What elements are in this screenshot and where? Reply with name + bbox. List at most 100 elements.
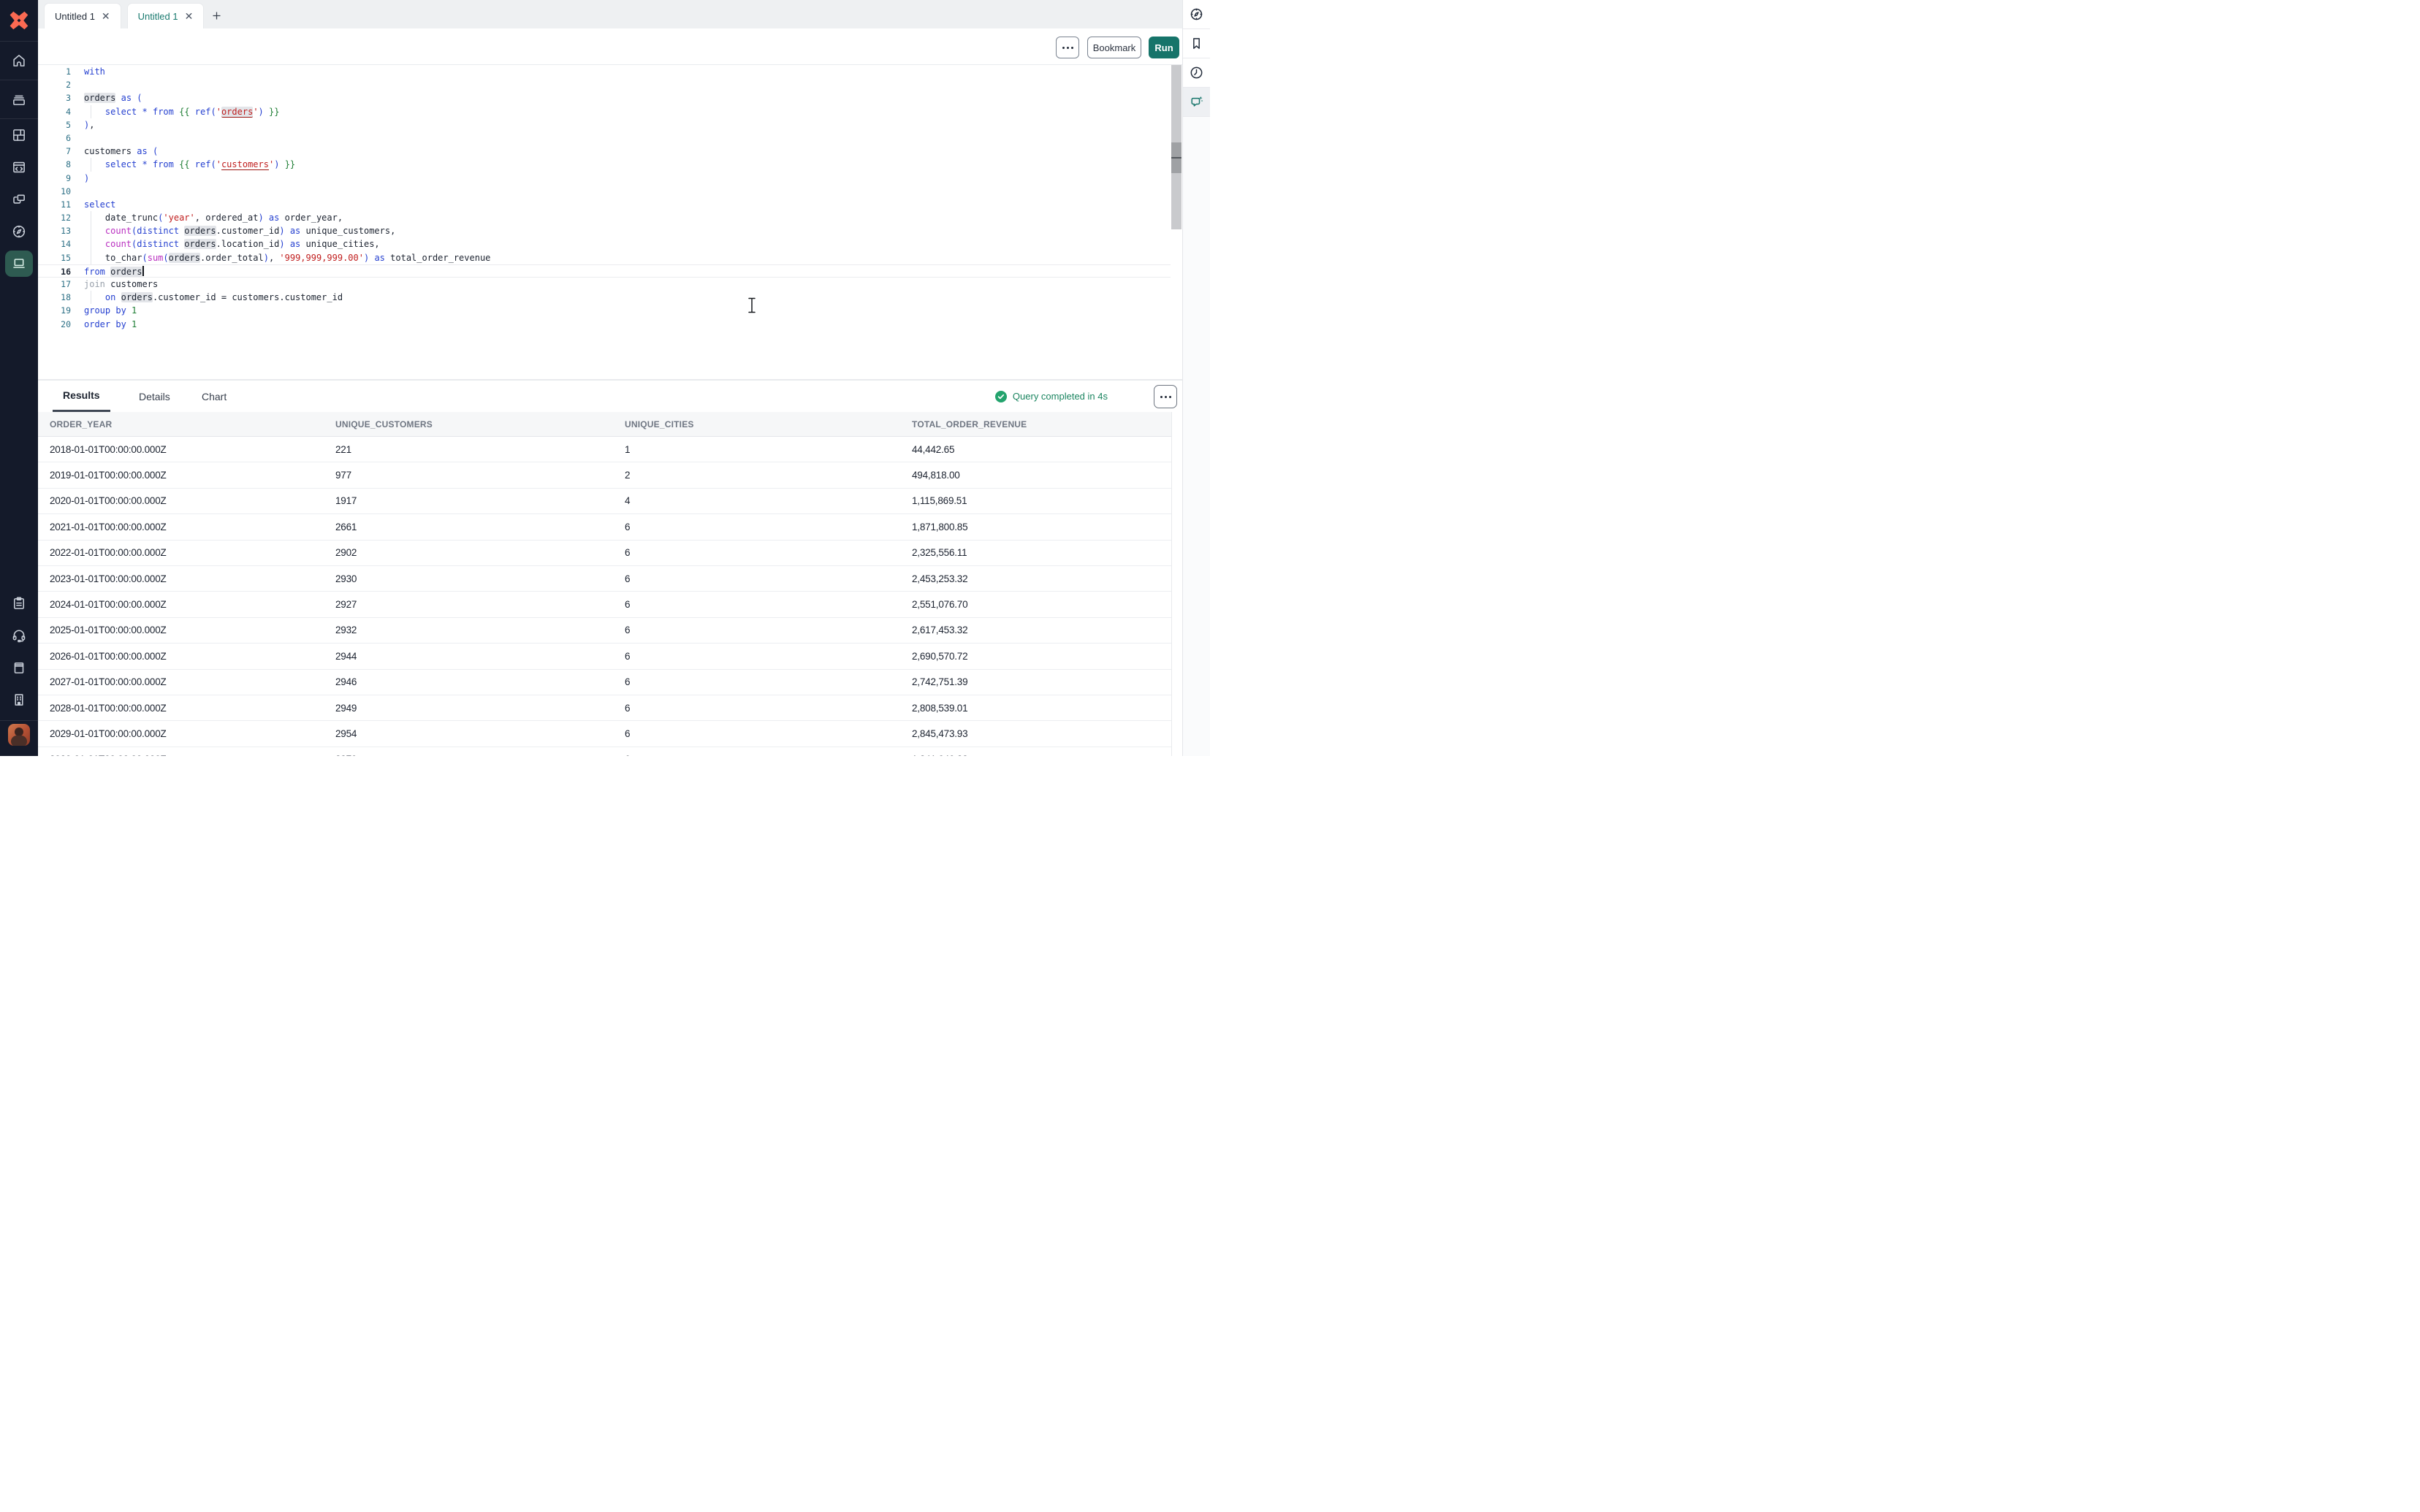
- code-editor[interactable]: 1with23orders as (4 select * from {{ ref…: [38, 65, 1171, 331]
- code-line-7[interactable]: 7customers as (: [38, 145, 1171, 158]
- results-more-button[interactable]: [1154, 385, 1177, 408]
- line-number: 1: [38, 65, 71, 78]
- code-line-4[interactable]: 4 select * from {{ ref('orders') }}: [38, 105, 1171, 118]
- text-caret: [142, 266, 144, 276]
- column-header[interactable]: UNIQUE_CITIES: [613, 419, 900, 429]
- table-right-border: [1171, 412, 1172, 756]
- editor-scrollbar[interactable]: [1171, 65, 1182, 229]
- cell-more-button[interactable]: [1056, 37, 1079, 58]
- hex-logo[interactable]: [0, 0, 38, 42]
- right-sidebar-item-compass[interactable]: [1183, 0, 1210, 29]
- line-content: count(distinct orders.customer_id) as un…: [84, 224, 395, 237]
- line-content: join customers: [84, 278, 158, 291]
- sidebar-item-grid[interactable]: [0, 119, 38, 151]
- table-cell: 2030-01-01T00:00:00.000Z: [38, 754, 324, 756]
- code-line-17[interactable]: 17join customers: [38, 278, 1171, 291]
- sidebar-item-clipboard[interactable]: [0, 587, 38, 619]
- code-line-13[interactable]: 13 count(distinct orders.customer_id) as…: [38, 224, 1171, 237]
- close-icon[interactable]: ✕: [102, 11, 110, 21]
- right-sidebar-item-history[interactable]: [1183, 58, 1210, 88]
- sidebar-item-compass[interactable]: [0, 215, 38, 248]
- table-cell: 2029-01-01T00:00:00.000Z: [38, 728, 324, 739]
- code-line-18[interactable]: 18 on orders.customer_id = customers.cus…: [38, 291, 1171, 304]
- code-line-10[interactable]: 10: [38, 185, 1171, 198]
- sidebar-item-laptop[interactable]: [0, 248, 38, 280]
- code-line-6[interactable]: 6: [38, 131, 1171, 145]
- code-line-8[interactable]: 8 select * from {{ ref('customers') }}: [38, 158, 1171, 171]
- line-content: ): [84, 172, 89, 185]
- table-cell: 4: [613, 495, 900, 506]
- line-content: on orders.customer_id = customers.custom…: [84, 291, 343, 304]
- user-avatar[interactable]: [8, 724, 30, 746]
- code-line-20[interactable]: 20order by 1: [38, 318, 1171, 331]
- table-cell: 494,818.00: [900, 470, 1171, 481]
- line-number: 19: [38, 304, 71, 317]
- sidebar-item-headset[interactable]: [0, 619, 38, 652]
- close-icon[interactable]: ✕: [185, 11, 194, 21]
- table-row[interactable]: 2023-01-01T00:00:00.000Z293062,453,253.3…: [38, 566, 1171, 592]
- table-row[interactable]: 2027-01-01T00:00:00.000Z294662,742,751.3…: [38, 670, 1171, 695]
- line-content: from orders: [84, 265, 144, 277]
- compass-icon: [11, 224, 27, 240]
- code-line-9[interactable]: 9): [38, 172, 1171, 185]
- line-number: 20: [38, 318, 71, 331]
- table-cell: 6: [613, 547, 900, 558]
- new-tab-button[interactable]: [204, 3, 229, 28]
- code-line-16[interactable]: 16from orders: [38, 264, 1171, 278]
- tab-chart[interactable]: Chart: [193, 381, 235, 412]
- right-sidebar-item-ai-chat[interactable]: [1183, 88, 1210, 117]
- sidebar-item-windows[interactable]: [0, 183, 38, 215]
- table-row[interactable]: 2029-01-01T00:00:00.000Z295462,845,473.9…: [38, 721, 1171, 747]
- column-header[interactable]: ORDER_YEAR: [38, 419, 324, 429]
- bookmark-icon: [1189, 36, 1204, 51]
- code-line-19[interactable]: 19group by 1: [38, 304, 1171, 317]
- table-cell: 2024-01-01T00:00:00.000Z: [38, 599, 324, 610]
- table-cell: 6: [613, 599, 900, 610]
- document-tab-1[interactable]: Untitled 1 ✕: [44, 3, 121, 28]
- right-sidebar-item-bookmark[interactable]: [1183, 29, 1210, 58]
- table-row[interactable]: 2028-01-01T00:00:00.000Z294962,808,539.0…: [38, 695, 1171, 721]
- code-line-3[interactable]: 3orders as (: [38, 91, 1171, 104]
- table-cell: 1,115,869.51: [900, 495, 1171, 506]
- table-row[interactable]: 2025-01-01T00:00:00.000Z293262,617,453.3…: [38, 618, 1171, 644]
- tab-details[interactable]: Details: [130, 381, 179, 412]
- document-tab-2-label: Untitled 1: [138, 11, 178, 22]
- table-row[interactable]: 2024-01-01T00:00:00.000Z292762,551,076.7…: [38, 592, 1171, 617]
- sidebar-item-home[interactable]: [0, 42, 38, 80]
- run-button-label: Run: [1154, 42, 1173, 53]
- tab-results[interactable]: Results: [53, 381, 110, 412]
- code-line-15[interactable]: 15 to_char(sum(orders.order_total), '999…: [38, 251, 1171, 264]
- document-tab-2[interactable]: Untitled 1 ✕: [127, 3, 205, 28]
- code-line-11[interactable]: 11select: [38, 198, 1171, 211]
- table-row[interactable]: 2020-01-01T00:00:00.000Z191741,115,869.5…: [38, 489, 1171, 514]
- code-line-1[interactable]: 1with: [38, 65, 1171, 78]
- line-number: 14: [38, 237, 71, 251]
- table-cell: 2,742,751.39: [900, 676, 1171, 687]
- tab-chart-label: Chart: [202, 391, 227, 402]
- table-row[interactable]: 2018-01-01T00:00:00.000Z221144,442.65: [38, 437, 1171, 462]
- table-cell: 6: [613, 522, 900, 532]
- line-content: select * from {{ ref('orders') }}: [84, 105, 279, 118]
- table-row[interactable]: 2019-01-01T00:00:00.000Z9772494,818.00: [38, 462, 1171, 488]
- sidebar-item-building[interactable]: [0, 684, 38, 716]
- sidebar-item-drawer[interactable]: [0, 80, 38, 119]
- column-header[interactable]: UNIQUE_CUSTOMERS: [324, 419, 613, 429]
- sidebar-item-code-window[interactable]: [0, 151, 38, 183]
- column-header[interactable]: TOTAL_ORDER_REVENUE: [900, 419, 1171, 429]
- table-row[interactable]: 2026-01-01T00:00:00.000Z294462,690,570.7…: [38, 644, 1171, 669]
- results-table-body: 2018-01-01T00:00:00.000Z221144,442.65201…: [38, 437, 1171, 756]
- table-row[interactable]: 2021-01-01T00:00:00.000Z266161,871,800.8…: [38, 514, 1171, 540]
- line-number: 11: [38, 198, 71, 211]
- sidebar-item-book[interactable]: [0, 652, 38, 684]
- code-line-14[interactable]: 14 count(distinct orders.location_id) as…: [38, 237, 1171, 251]
- code-line-5[interactable]: 5),: [38, 118, 1171, 131]
- code-line-2[interactable]: 2: [38, 78, 1171, 91]
- run-button[interactable]: Run: [1149, 37, 1179, 58]
- table-cell: 2946: [324, 676, 613, 687]
- table-cell: 2023-01-01T00:00:00.000Z: [38, 573, 324, 584]
- table-row[interactable]: 2030-01-01T00:00:00.000Z287961,841,049.3…: [38, 747, 1171, 756]
- table-row[interactable]: 2022-01-01T00:00:00.000Z290262,325,556.1…: [38, 541, 1171, 566]
- bookmark-button[interactable]: Bookmark: [1087, 37, 1141, 58]
- document-tab-1-label: Untitled 1: [55, 11, 95, 22]
- code-line-12[interactable]: 12 date_trunc('year', ordered_at) as ord…: [38, 211, 1171, 224]
